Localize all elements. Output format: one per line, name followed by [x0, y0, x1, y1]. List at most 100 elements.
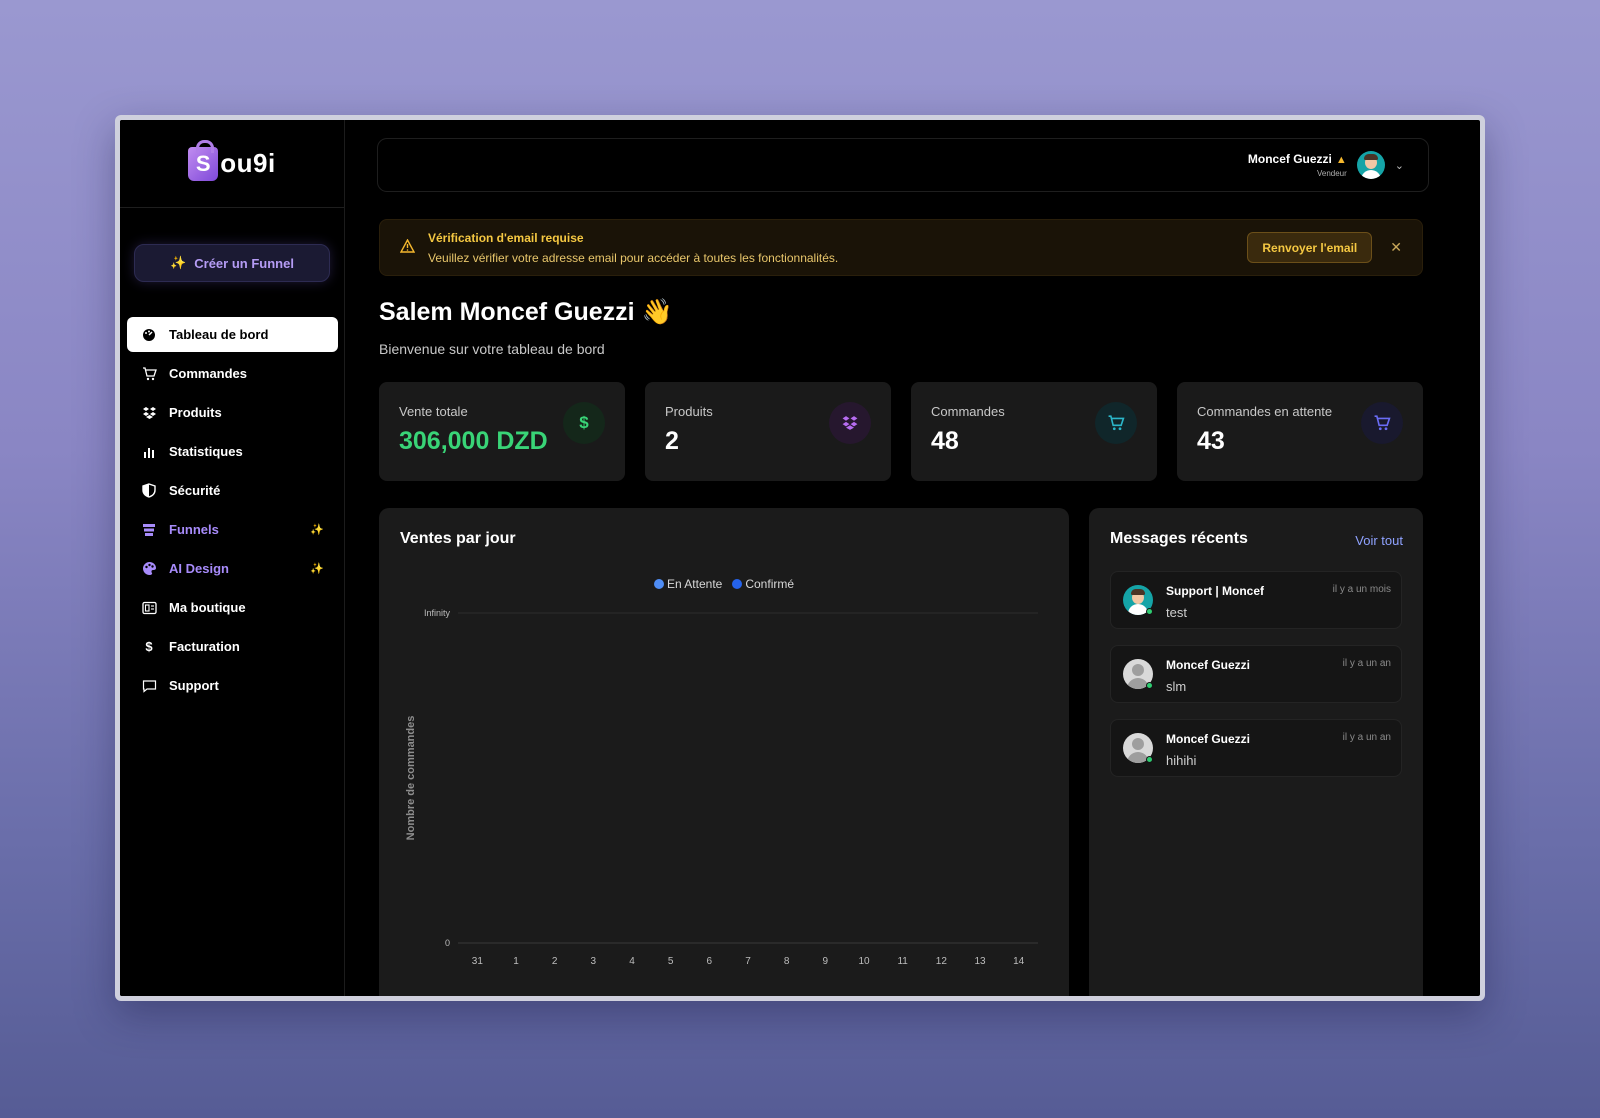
sidebar-item-label: Commandes [169, 366, 248, 381]
sidebar: S ou9i ✨ Créer un Funnel Tableau de bord… [120, 120, 345, 996]
app-window: S ou9i ✨ Créer un Funnel Tableau de bord… [120, 120, 1480, 996]
browser-frame: S ou9i ✨ Créer un Funnel Tableau de bord… [115, 115, 1485, 1001]
sidebar-item-dashboard[interactable]: Tableau de bord [127, 317, 338, 352]
sidebar-item-my-shop[interactable]: Ma boutique [127, 590, 338, 625]
y-tick-label: 0 [445, 938, 450, 948]
online-status-dot [1146, 608, 1153, 615]
stat-card-products: Produits 2 [645, 382, 891, 481]
x-tick-label: 3 [591, 956, 597, 967]
sidebar-item-security[interactable]: Sécurité [127, 473, 338, 508]
sidebar-item-label: Ma boutique [169, 600, 246, 615]
x-tick-label: 12 [936, 956, 948, 967]
sidebar-item-statistics[interactable]: Statistiques [127, 434, 338, 469]
message-sender: Support | Moncef [1166, 584, 1265, 598]
sidebar-item-funnels[interactable]: Funnels ✨ [127, 512, 338, 547]
sidebar-item-label: Statistiques [169, 444, 243, 459]
sidebar-item-billing[interactable]: $ Facturation [127, 629, 338, 664]
dollar-icon: $ [145, 639, 153, 654]
funnel-icon [141, 522, 157, 538]
shopping-bag-logo-icon: S [188, 139, 219, 181]
x-tick-label: 14 [1013, 956, 1025, 967]
panel-title: Messages récents [1110, 530, 1248, 547]
user-info[interactable]: Moncef Guezzi ▲ Vendeur [1248, 152, 1347, 178]
legend-label: En Attente [666, 577, 723, 591]
x-tick-label: 9 [823, 956, 829, 967]
sparkles-icon: ✨ [310, 563, 324, 575]
sidebar-item-label: Tableau de bord [169, 327, 269, 342]
page-title: Salem Moncef Guezzi 👋 [379, 298, 673, 326]
gauge-icon [141, 327, 157, 343]
dollar-icon: $ [563, 402, 605, 444]
sparkles-icon: ✨ [310, 524, 324, 536]
y-axis-title: Nombre de commandes [405, 716, 417, 841]
recent-messages-panel: Messages récents Voir tout Support | Mon… [1089, 508, 1423, 996]
user-name: Moncef Guezzi [1247, 152, 1332, 166]
sidebar-item-label: AI Design [169, 561, 229, 576]
sidebar-item-label: Funnels [169, 522, 219, 537]
legend-item-confirmed[interactable]: Confirmé [732, 577, 794, 591]
legend-item-pending[interactable]: En Attente [653, 577, 723, 591]
page-subtitle: Bienvenue sur votre tableau de bord [379, 341, 605, 357]
message-time: il y a un an [1342, 658, 1391, 669]
see-all-link[interactable]: Voir tout [1355, 533, 1403, 548]
top-bar: Moncef Guezzi ▲ Vendeur ⌄ [377, 138, 1429, 192]
close-icon[interactable]: ✕ [1390, 239, 1402, 256]
chevron-down-icon[interactable]: ⌄ [1395, 159, 1404, 172]
sidebar-item-orders[interactable]: Commandes [127, 356, 338, 391]
message-item[interactable]: Moncef Guezzi slm il y a un an [1110, 645, 1402, 703]
x-tick-label: 7 [745, 956, 751, 967]
message-sender: Moncef Guezzi [1166, 658, 1251, 672]
online-status-dot [1146, 682, 1153, 689]
x-tick-label: 1 [513, 956, 519, 967]
x-tick-label: 8 [784, 956, 790, 967]
email-verification-alert: Vérification d'email requise Veuillez vé… [379, 219, 1423, 276]
x-tick-label: 2 [552, 956, 558, 967]
boxes-icon [829, 402, 871, 444]
message-text: slm [1166, 679, 1187, 694]
sidebar-item-label: Produits [169, 405, 222, 420]
message-item[interactable]: Support | Moncef test il y a un mois [1110, 571, 1402, 629]
logo[interactable]: S ou9i [120, 120, 344, 208]
boxes-icon [141, 405, 157, 421]
shield-icon [141, 483, 157, 499]
x-tick-label: 13 [974, 956, 986, 967]
message-text: test [1166, 605, 1187, 620]
resend-email-button[interactable]: Renvoyer l'email [1247, 232, 1373, 263]
sidebar-nav: Tableau de bord Commandes Produits Stati… [127, 317, 338, 707]
sidebar-item-products[interactable]: Produits [127, 395, 338, 430]
palette-icon [141, 561, 157, 577]
sidebar-item-ai-design[interactable]: AI Design ✨ [127, 551, 338, 586]
cart-icon [1361, 402, 1403, 444]
warning-icon: ▲ [1335, 154, 1347, 166]
alert-message: Veuillez vérifier votre adresse email po… [428, 250, 839, 265]
chat-icon [141, 678, 157, 694]
legend-label: Confirmé [745, 577, 795, 591]
warning-triangle-icon [399, 238, 420, 257]
sparkles-icon: ✨ [170, 255, 187, 270]
alert-title: Vérification d'email requise [428, 230, 584, 245]
sidebar-item-support[interactable]: Support [127, 668, 338, 703]
stat-card-total-sales: Vente totale 306,000 DZD $ [379, 382, 625, 481]
create-funnel-label: Créer un Funnel [194, 255, 294, 271]
x-tick-label: 10 [858, 956, 870, 967]
sidebar-item-label: Facturation [169, 639, 240, 654]
cart-icon [141, 366, 157, 382]
create-funnel-button[interactable]: ✨ Créer un Funnel [134, 244, 330, 282]
message-sender: Moncef Guezzi [1166, 732, 1251, 746]
store-icon [141, 600, 157, 616]
stat-card-pending-orders: Commandes en attente 43 [1177, 382, 1423, 481]
bar-chart-icon [141, 444, 157, 460]
stats-row: Vente totale 306,000 DZD $ Produits 2 Co… [379, 382, 1423, 481]
message-time: il y a un an [1342, 732, 1391, 743]
message-item[interactable]: Moncef Guezzi hihihi il y a un an [1110, 719, 1402, 777]
x-tick-label: 4 [629, 956, 635, 967]
sidebar-item-label: Support [169, 678, 219, 693]
chart-legend: En Attente Confirmé [379, 577, 1069, 591]
user-role: Vendeur [1316, 169, 1347, 178]
greeting: Salem Moncef Guezzi 👋 Bienvenue sur votr… [379, 298, 673, 357]
sales-per-day-panel: Ventes par jour En Attente Confirmé Infi… [379, 508, 1069, 996]
x-tick-label: 11 [897, 956, 908, 967]
avatar[interactable] [1356, 151, 1385, 179]
cart-icon [1095, 402, 1137, 444]
stat-card-orders: Commandes 48 [911, 382, 1157, 481]
